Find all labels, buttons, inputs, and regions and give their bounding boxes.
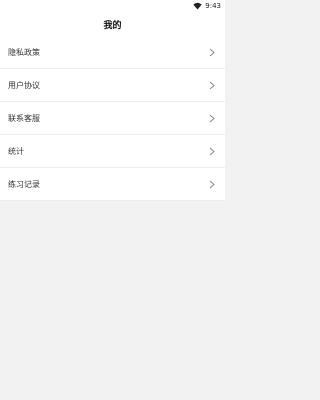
chevron-right-icon: [209, 114, 215, 123]
wifi-icon: [193, 2, 202, 10]
menu-item-statistics[interactable]: 统计: [0, 135, 225, 168]
status-time: 9:43: [205, 2, 221, 10]
chevron-right-icon: [209, 48, 215, 57]
page-title: 我的: [103, 20, 122, 31]
menu-item-privacy-policy[interactable]: 隐私政策: [0, 36, 225, 69]
status-bar: 9:43: [0, 0, 225, 12]
menu-item-label: 联系客服: [8, 113, 40, 123]
menu-item-user-agreement[interactable]: 用户协议: [0, 69, 225, 102]
menu-item-practice-records[interactable]: 练习记录: [0, 168, 225, 201]
chevron-right-icon: [209, 81, 215, 90]
menu-item-contact-support[interactable]: 联系客服: [0, 102, 225, 135]
status-right: 9:43: [193, 1, 221, 11]
chevron-right-icon: [209, 180, 215, 189]
menu-item-label: 用户协议: [8, 80, 40, 90]
chevron-right-icon: [209, 147, 215, 156]
menu-item-label: 统计: [8, 146, 24, 156]
menu-item-label: 隐私政策: [8, 47, 40, 57]
title-bar: 我的: [0, 12, 225, 36]
menu-item-label: 练习记录: [8, 179, 40, 189]
menu-list: 隐私政策 用户协议 联系客服 统计 练习记录: [0, 36, 225, 201]
